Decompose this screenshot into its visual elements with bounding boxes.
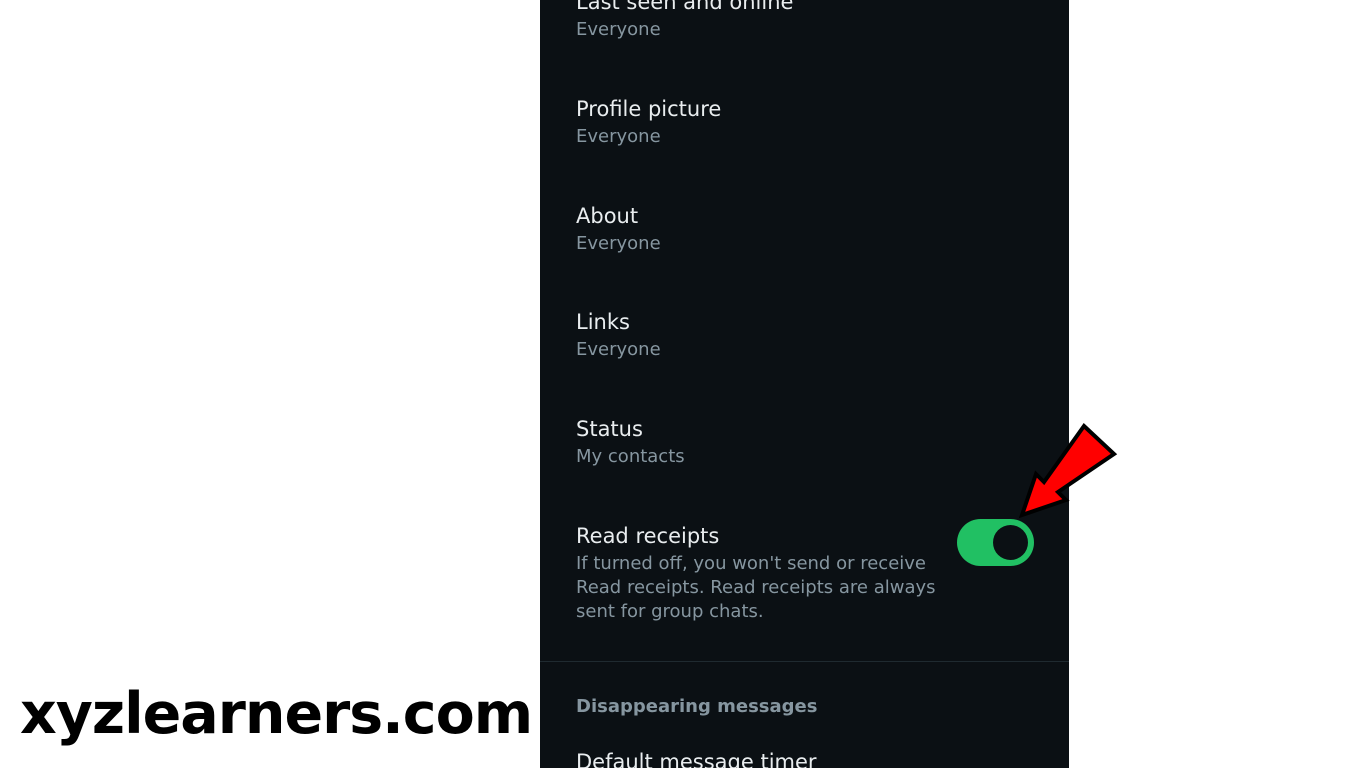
setting-default-message-timer[interactable]: Default message timer xyxy=(576,748,817,768)
setting-value: Everyone xyxy=(576,126,661,147)
setting-status[interactable]: Status My contacts xyxy=(576,415,1033,469)
setting-profile-picture[interactable]: Profile picture Everyone xyxy=(576,95,1033,149)
setting-title: Status xyxy=(576,417,643,441)
setting-title: Last seen and online xyxy=(576,0,794,14)
section-divider xyxy=(540,661,1069,662)
setting-last-seen[interactable]: Last seen and online Everyone xyxy=(576,0,1033,42)
setting-value: Everyone xyxy=(576,19,661,40)
privacy-settings-screen: Last seen and online Everyone Profile pi… xyxy=(540,0,1069,768)
red-arrow-icon xyxy=(1018,422,1118,519)
read-receipts-toggle[interactable] xyxy=(957,519,1034,566)
setting-title: About xyxy=(576,204,639,228)
setting-value: Everyone xyxy=(576,339,661,360)
section-header-disappearing-messages: Disappearing messages xyxy=(576,696,818,717)
setting-links[interactable]: Links Everyone xyxy=(576,308,1033,362)
page: Last seen and online Everyone Profile pi… xyxy=(0,0,1366,768)
setting-value: My contacts xyxy=(576,446,685,467)
toggle-knob xyxy=(993,525,1028,560)
watermark-logo: xyzlearners.com xyxy=(20,681,533,747)
read-receipts-description: If turned off, you won't send or receive… xyxy=(576,553,936,622)
setting-about[interactable]: About Everyone xyxy=(576,202,1033,256)
setting-value: Everyone xyxy=(576,233,661,254)
setting-title: Links xyxy=(576,310,630,334)
setting-title: Profile picture xyxy=(576,97,722,121)
